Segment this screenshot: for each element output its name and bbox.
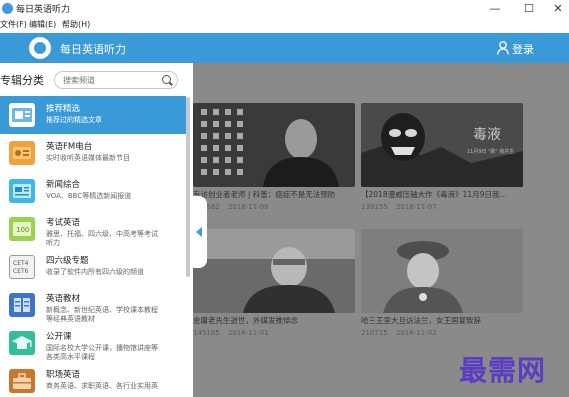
user-icon[interactable] [497,41,509,55]
chevron-left-icon [196,227,202,237]
svg-text:100: 100 [16,226,29,234]
publish-date: 2018-11-07 [395,203,437,211]
open-class-icon [9,331,35,355]
category-desc: 推荐过的精选文章 [46,116,102,124]
card-thumbnail[interactable] [193,229,355,313]
category-exam[interactable]: 100 考试英语 雅思、托福、四六级、中高考等考试 听力 [0,210,186,248]
watermark-logo: 最需网 [459,354,547,387]
menu-bar: 文件(F) 编辑(E) 帮助(H) [0,17,569,33]
view-count: 139155 [361,203,388,211]
minimize-button[interactable]: — [480,0,510,17]
channel-search[interactable] [54,71,178,89]
category-name: 公开课 [46,332,72,342]
category-name: 职场英语 [46,370,81,380]
category-name: 推荐精选 [46,104,81,114]
card-meta: 139155 2018-11-07 [361,203,443,211]
search-input[interactable] [63,74,159,86]
menu-file[interactable]: 文件(F) [0,19,27,30]
login-button[interactable]: 登录 [512,41,534,57]
news-icon [9,179,35,203]
card-thumbnail[interactable] [361,229,523,313]
card-thumbnail[interactable]: 毒液 11月9日 "致" 我共生 [361,103,523,187]
briefcase-icon [9,369,35,393]
category-news[interactable]: 新闻综合 VOA、BBC等精选新闻报道 [0,172,186,210]
card-caption[interactable]: 【2018漫威压轴大作《毒液》11月9日我... [361,189,523,200]
app-header: 每日英语听力 登录 [0,33,569,63]
poster-subtitle: 11月9日 "致" 我共生 [467,148,514,155]
svg-text:CET6: CET6 [13,268,29,275]
exam-icon: 100 [9,217,35,241]
view-count: 145185 [193,329,220,337]
category-career[interactable]: 职场英语 商务英语、求职英语、各行业实用英 [0,362,186,397]
category-desc: VOA、BBC等精选新闻报道 [46,192,132,200]
article-card[interactable]: 金庸老先生逝世，外媒发推悼念 145185 2018-11-01 [193,229,355,337]
recommend-icon [9,103,35,127]
cet-icon: CET4 CET6 [9,255,35,279]
category-desc-line2: 听力 [46,239,60,247]
category-fm-radio[interactable]: 英语FM电台 实时收听英语媒体最新节目 [0,134,186,172]
category-desc-line2: 各类高水平课程 [46,353,95,361]
category-name: 四六级专题 [46,256,89,266]
menu-edit[interactable]: 编辑(E) [29,19,56,30]
menu-help[interactable]: 帮助(H) [62,19,90,30]
category-desc: 收录了软件内所有四六级的频道 [46,268,144,276]
radio-icon [9,141,35,165]
sidebar-scrollbar[interactable] [186,97,190,277]
card-meta: 210715 2018-11-02 [361,329,443,337]
view-count: 210715 [361,329,388,337]
sidebar-collapse-button[interactable] [193,196,207,268]
card-caption[interactable]: 专访创业者老师 | 科普：癌症不是无法预防 [193,189,355,200]
title-bar: 每日英语听力 — ☐ ✕ [0,0,569,17]
window-title: 每日英语听力 [16,5,71,15]
category-desc: 实时收听英语媒体最新节目 [46,154,130,162]
category-desc: 商务英语、求职英语、各行业实用英 [46,382,158,390]
category-cet[interactable]: CET4 CET6 四六级专题 收录了软件内所有四六级的频道 [0,248,186,286]
sidebar-title: 专辑分类 [0,74,44,87]
category-name: 考试英语 [46,218,81,228]
category-name: 新闻综合 [46,180,81,190]
publish-date: 2018-11-06 [227,203,269,211]
category-sidebar: 专辑分类 推荐精选 推荐过的精选文章 英语FM电台 实时收听英语媒体最新节目 新… [0,63,193,397]
card-caption[interactable]: 金庸老先生逝世，外媒发推悼念 [193,315,355,326]
app-logo-icon [29,37,51,59]
category-desc-line2: 等经典英语教材 [46,315,95,323]
category-recommend[interactable]: 推荐精选 推荐过的精选文章 [0,96,186,134]
search-icon[interactable] [162,75,171,84]
svg-text:CET4: CET4 [13,260,29,267]
category-textbook[interactable]: 英语教材 新概念、新世纪英语、学校课本教程 等经典英语教材 [0,286,186,324]
publish-date: 2018-11-01 [227,329,269,337]
category-desc: 雅思、托福、四六级、中高考等考试 [46,230,158,238]
poster-title: 毒液 [473,127,501,143]
app-icon [2,3,13,14]
category-name: 英语教材 [46,294,81,304]
card-caption[interactable]: 哈三王室大旦访法兰，女王国宴致辞 [361,315,523,326]
category-open-class[interactable]: 公开课 国际名校大学公开课，播物馆讲座等 各类高水平课程 [0,324,186,362]
article-card[interactable]: 哈三王室大旦访法兰，女王国宴致辞 210715 2018-11-02 [361,229,523,337]
article-card[interactable]: 专访创业者老师 | 科普：癌症不是无法预防 153582 2018-11-06 [193,103,355,211]
card-meta: 145185 2018-11-01 [193,329,275,337]
category-name: 英语FM电台 [46,142,93,152]
card-thumbnail[interactable] [193,103,355,187]
maximize-button[interactable]: ☐ [514,0,544,17]
close-button[interactable]: ✕ [543,0,569,17]
publish-date: 2018-11-02 [395,329,437,337]
brand-title: 每日英语听力 [60,43,126,56]
textbook-icon [9,293,35,317]
article-card[interactable]: 毒液 11月9日 "致" 我共生 【2018漫威压轴大作《毒液》11月9日我..… [361,103,523,211]
